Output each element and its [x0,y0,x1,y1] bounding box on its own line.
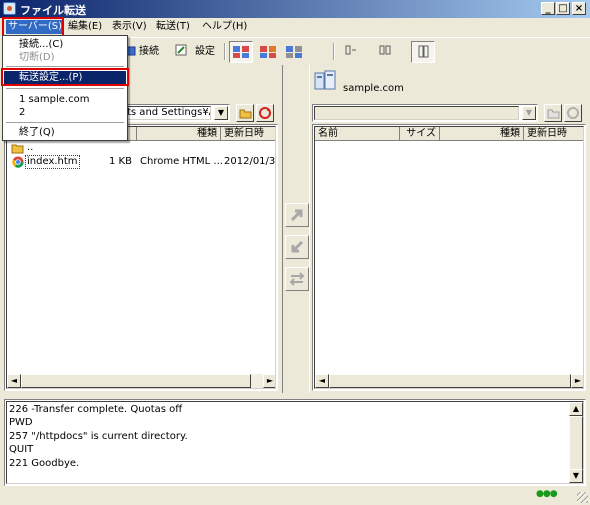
log-vscrollbar[interactable]: ▲ ▼ [569,402,583,483]
server-menu-dropdown: 接続...(C) 切断(D) 転送設定...(P) 1 sample.com 2… [2,35,128,141]
chrome-icon [12,156,24,168]
refresh-button[interactable] [256,104,274,122]
log-line: 221 Goodbye. [9,458,80,469]
menu-highlight-box [2,17,64,37]
menu-item-recent-2[interactable]: 2 [4,106,126,119]
remote-folder-up-button[interactable] [544,104,562,122]
scroll-right-icon[interactable]: ► [571,374,583,388]
chevron-down-icon[interactable]: ▼ [522,106,536,120]
remote-col-date[interactable]: 更新日時 [524,127,583,141]
log-line: QUIT [9,444,34,455]
menu-help[interactable]: ヘルプ(H) [200,20,249,34]
file-name: index.htm [25,155,80,169]
window-title: ファイル転送 [20,4,86,17]
local-file-list[interactable]: 種類 更新日時 .. index.htm 1 KB Chrome HTML ..… [4,124,278,391]
menu-item-disconnect[interactable]: 切断(D) [4,51,126,64]
menu-edit[interactable]: 編集(E) [66,20,104,34]
layout-left-icon[interactable] [344,43,362,60]
scroll-thumb[interactable] [21,374,251,388]
local-col-date[interactable]: 更新日時 [221,127,275,141]
file-size: 1 KB [109,156,132,167]
view-local-button[interactable] [229,41,253,63]
scroll-left-icon[interactable]: ◄ [315,374,329,388]
remote-col-type[interactable]: 種類 [440,127,524,141]
maximize-button[interactable]: □ [556,2,570,15]
remote-site-name: sample.com [343,83,404,94]
pane-splitter[interactable] [282,65,310,393]
chevron-down-icon[interactable]: ▼ [214,106,228,120]
log-line: 226 -Transfer complete. Quotas off [9,404,183,415]
log-line: 257 "/httpdocs" is current directory. [9,431,188,442]
minimize-button[interactable]: _ [541,2,555,15]
connect-button[interactable]: 接続 [139,42,159,62]
list-item[interactable]: index.htm 1 KB Chrome HTML ... 2012/01/3… [9,155,276,169]
local-col-type[interactable]: 種類 [137,127,221,141]
scroll-up-icon[interactable]: ▲ [569,402,583,416]
remote-path-text [314,106,519,120]
view-remote-button[interactable] [258,43,280,60]
layout-split-icon[interactable] [378,43,396,60]
log-line: PWD [9,417,33,428]
settings-icon[interactable] [174,43,192,60]
app-icon [3,2,16,15]
view-both-button[interactable] [284,43,306,60]
file-type: Chrome HTML ... [140,156,223,167]
server-icon [313,69,337,93]
scroll-down-icon[interactable]: ▼ [569,469,583,483]
menu-separator [6,88,124,90]
connection-status-icon: ●●● [536,489,558,499]
log-panel[interactable]: 226 -Transfer complete. Quotas off PWD 2… [4,399,586,486]
menu-separator [6,122,124,124]
remote-col-name[interactable]: 名前 [315,127,400,141]
scroll-left-icon[interactable]: ◄ [7,374,21,388]
menu-transfer[interactable]: 転送(T) [154,20,192,34]
menu-item-recent-1[interactable]: 1 sample.com [4,93,126,106]
toolbar-separator [224,43,226,60]
remote-path-combo[interactable]: ▼ [312,104,538,122]
sync-icon[interactable] [285,267,309,291]
local-hscrollbar[interactable]: ◄ ► [7,374,275,388]
close-button[interactable]: × [572,2,586,15]
toolbar-separator [333,43,335,60]
scroll-right-icon[interactable]: ► [263,374,275,388]
remote-hscrollbar[interactable]: ◄ ► [315,374,583,388]
scroll-thumb[interactable] [569,416,583,471]
resize-grip[interactable] [577,492,588,503]
settings-button[interactable]: 設定 [195,42,215,62]
upload-icon[interactable] [285,203,309,227]
menu-item-connect[interactable]: 接続...(C) [4,38,126,51]
layout-columns-button[interactable] [411,41,435,63]
status-bar: ●●● [0,487,590,505]
transfer-settings-highlight-box [1,68,129,86]
menu-view[interactable]: 表示(V) [110,20,149,34]
remote-refresh-button[interactable] [564,104,582,122]
menu-item-exit[interactable]: 終了(Q) [4,126,126,139]
remote-col-size[interactable]: サイズ [400,127,440,141]
download-icon[interactable] [285,235,309,259]
title-bar: ファイル転送 _ □ × [0,0,590,18]
remote-file-list[interactable]: 名前 サイズ 種類 更新日時 ◄ ► [312,124,586,391]
folder-icon [11,144,24,154]
folder-up-button[interactable] [236,104,254,122]
scroll-thumb[interactable] [329,374,571,388]
menu-bar: サーバー(S) 編集(E) 表示(V) 転送(T) ヘルプ(H) [0,18,590,35]
file-date: 2012/01/30 [224,156,276,167]
file-name: .. [27,142,34,153]
